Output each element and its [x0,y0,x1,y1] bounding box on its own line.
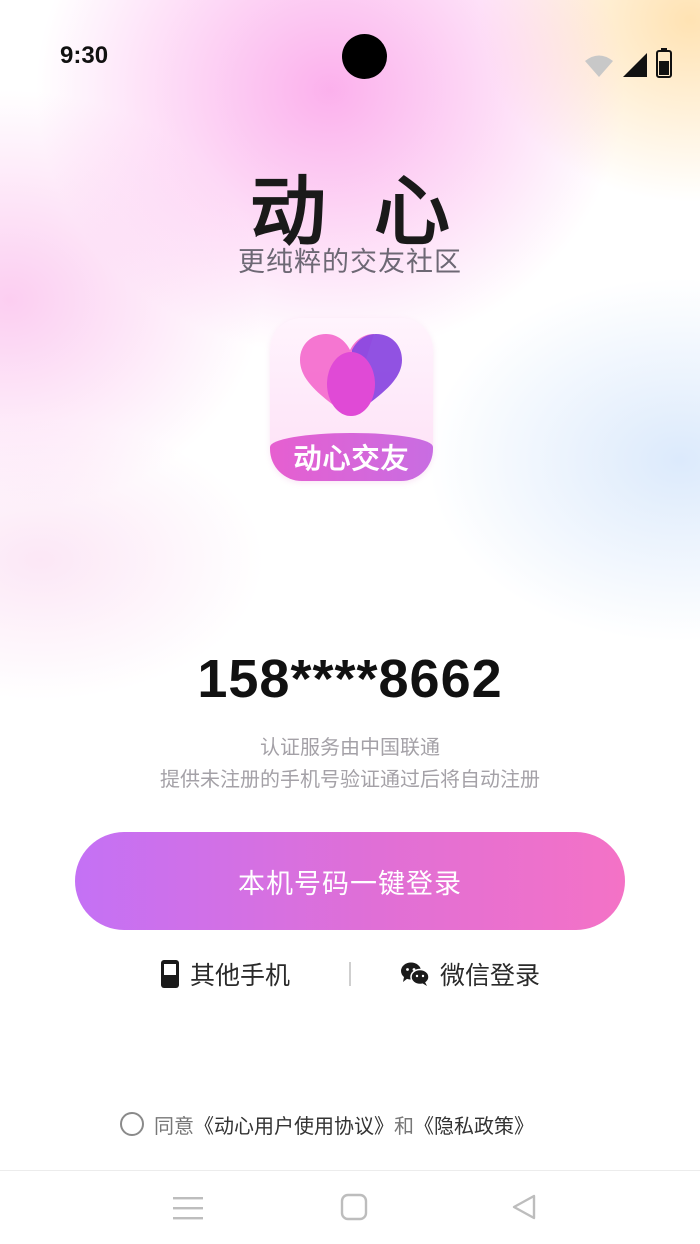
wechat-icon [401,962,430,986]
app-logo-label: 动心交友 [293,442,410,475]
phone-icon [161,960,179,988]
front-camera [342,34,387,79]
app-logo: 动心交友 [270,318,433,481]
user-agreement-link[interactable]: 《动心用户使用协议》 [194,1110,394,1139]
wechat-login-label: 微信登录 [440,961,541,990]
alternative-login-row: 其他手机 微信登录 [0,952,700,996]
status-icons [584,46,672,78]
back-icon[interactable] [510,1193,538,1221]
alt-login-divider [349,962,351,986]
app-subtitle: 更纯粹的交友社区 [238,247,462,278]
other-phone-login-button[interactable]: 其他手机 [160,956,290,992]
agreement-checkbox[interactable] [120,1112,144,1136]
auto-register-note: 提供未注册的手机号验证通过后将自动注册 [160,767,540,791]
home-icon[interactable] [340,1193,368,1221]
battery-icon [656,48,672,78]
privacy-policy-link[interactable]: 《隐私政策》 [414,1110,534,1139]
masked-phone-number: 158****8662 [197,649,503,709]
heart-logo-icon [300,334,402,416]
auth-provider-text: 认证服务由中国联通 [260,735,440,759]
wechat-login-button[interactable]: 微信登录 [400,956,540,992]
agreement-row: 同意 《动心用户使用协议》 和 《隐私政策》 [120,1108,534,1140]
wifi-icon [585,55,613,77]
signal-icon [623,53,647,77]
status-time: 9:30 [60,42,109,69]
system-nav-bar [0,1171,700,1244]
menu-icon[interactable] [173,1195,203,1221]
one-click-login-button[interactable]: 本机号码一键登录 [75,832,625,930]
agree-conjunction: 和 [394,1113,414,1138]
other-phone-label: 其他手机 [190,961,291,990]
agree-prefix: 同意 [154,1113,194,1138]
